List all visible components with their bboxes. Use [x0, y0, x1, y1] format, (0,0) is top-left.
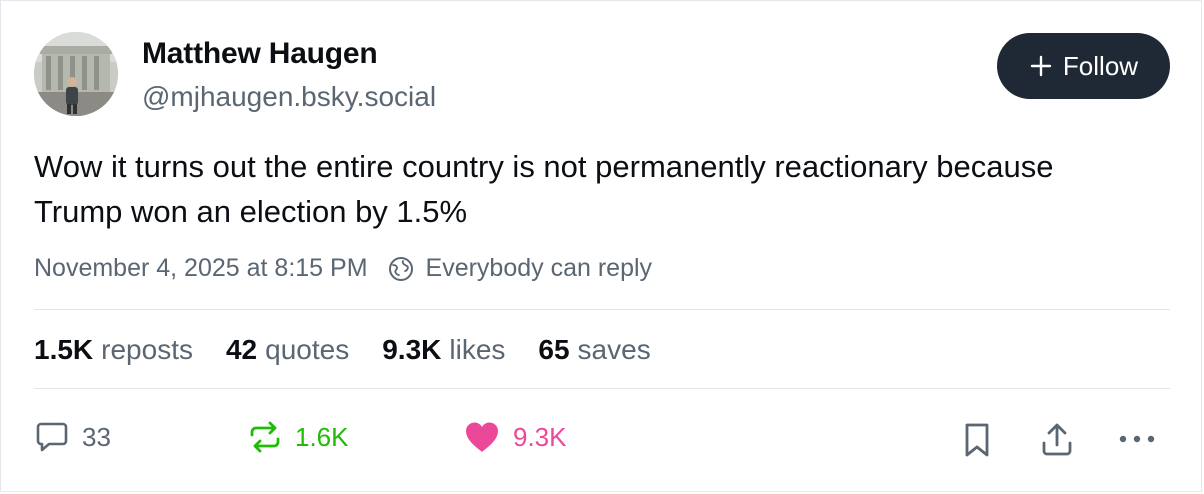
more-button[interactable]: [1116, 429, 1158, 454]
stat-quotes-label: quotes: [265, 334, 350, 365]
post-card: Matthew Haugen @mjhaugen.bsky.social Fol…: [0, 0, 1202, 492]
bookmark-button[interactable]: [959, 421, 995, 464]
more-icon: [1116, 429, 1158, 454]
avatar[interactable]: [34, 32, 118, 116]
repost-button[interactable]: 1.6K: [247, 419, 349, 455]
share-button[interactable]: [1038, 421, 1076, 464]
reply-count: 33: [82, 421, 111, 452]
reply-bubble-icon: [34, 419, 70, 455]
globe-icon: [388, 256, 414, 282]
divider-bottom: [34, 388, 1170, 389]
post-meta: November 4, 2025 at 8:15 PM Everybody ca…: [34, 254, 652, 283]
like-button[interactable]: 9.3K: [463, 419, 567, 455]
post-stats: 1.5K reposts 42 quotes 9.3K likes 65 saves: [34, 334, 684, 366]
reply-button[interactable]: 33: [34, 419, 111, 455]
stat-saves-value: 65: [538, 334, 570, 365]
heart-icon: [463, 419, 501, 455]
post-text: Wow it turns out the entire country is n…: [34, 149, 1054, 229]
stat-likes-label: likes: [449, 334, 506, 365]
follow-label: Follow: [1062, 50, 1139, 81]
stat-reposts[interactable]: 1.5K reposts: [34, 334, 193, 366]
stat-saves[interactable]: 65 saves: [538, 334, 650, 366]
post-timestamp[interactable]: November 4, 2025 at 8:15 PM: [34, 254, 368, 283]
avatar-photo: [34, 32, 118, 116]
stat-quotes-value: 42: [225, 334, 258, 365]
follow-button[interactable]: Follow: [997, 33, 1170, 99]
plus-icon: [1029, 54, 1053, 78]
stat-quotes[interactable]: 42 quotes: [226, 334, 349, 366]
divider-top: [34, 309, 1170, 310]
share-icon: [1038, 421, 1076, 464]
stat-saves-label: saves: [577, 334, 651, 365]
stat-likes[interactable]: 9.3K likes: [382, 334, 505, 366]
reply-setting: Everybody can reply: [425, 254, 653, 282]
repost-count: 1.6K: [295, 421, 349, 452]
stat-reposts-value: 1.5K: [34, 334, 94, 365]
bookmark-icon: [959, 421, 995, 464]
author-handle[interactable]: @mjhaugen.bsky.social: [142, 81, 436, 113]
stat-likes-value: 9.3K: [382, 334, 442, 365]
repost-icon: [247, 419, 283, 455]
author-name[interactable]: Matthew Haugen: [142, 37, 378, 71]
stat-reposts-label: reposts: [101, 334, 193, 365]
like-count: 9.3K: [513, 421, 567, 452]
